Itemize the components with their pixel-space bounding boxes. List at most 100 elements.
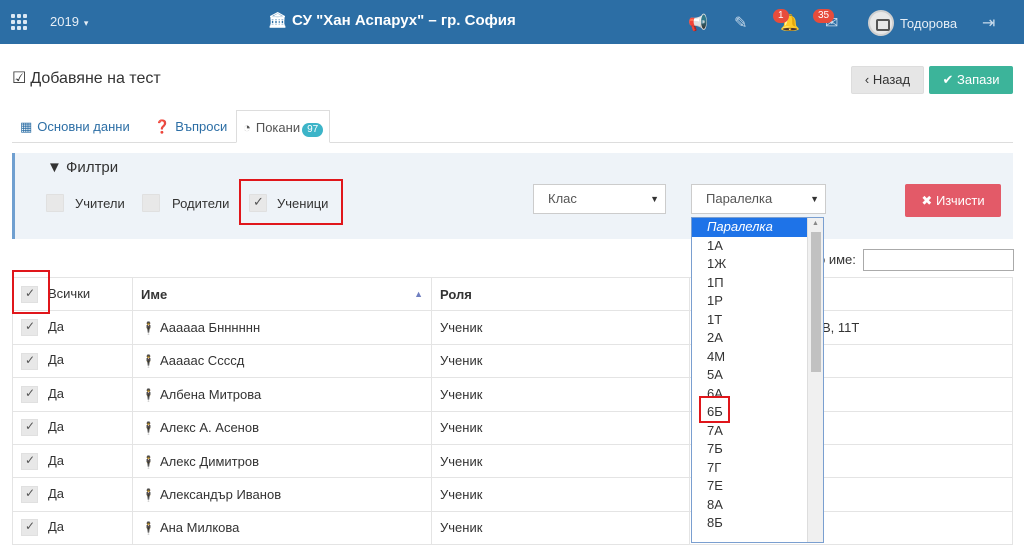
name-cell: 🕴 Ааааас Ссссд [132, 343, 432, 379]
dropdown-option[interactable]: 1Т [692, 311, 808, 330]
column-header-role[interactable]: Роля [431, 276, 690, 312]
tab-questions[interactable]: ❓ Въпроси [154, 110, 227, 143]
check-icon: ✔ [942, 72, 954, 87]
sort-ascending-icon: ▲ [414, 288, 423, 299]
role-cell: Ученик [431, 343, 690, 379]
name-cell: 🕴 Алекс Димитров [132, 443, 432, 479]
select-all-highlight [12, 270, 50, 314]
table-row: Да 🕴Алекс Димитров Ученик [12, 443, 1013, 479]
username[interactable]: Тодорова [900, 16, 957, 31]
tab-bar: ▦ Основни данни ❓ Въпроси ◔ Покани 97 [12, 110, 1013, 143]
person-icon: 🕴 [141, 354, 156, 369]
person-icon: 🕴 [141, 521, 156, 536]
recipients-table: Всички Име▲ Роля Да 🕴Аааааа Бнннннн Учен… [12, 276, 1013, 545]
person-icon: 🕴 [141, 387, 156, 402]
students-highlight [239, 179, 343, 225]
dropdown-option[interactable]: 7А [692, 422, 808, 441]
dropdown-option[interactable]: 4М [692, 348, 808, 367]
teachers-checkbox[interactable] [46, 194, 64, 212]
dropdown-option[interactable]: 1Ж [692, 255, 808, 274]
role-cell: Ученик [431, 377, 690, 412]
dropdown-option[interactable]: Паралелка [692, 218, 808, 237]
role-cell: Ученик [431, 443, 690, 479]
dropdown-option[interactable]: 8А [692, 496, 808, 515]
option-highlight [699, 396, 730, 423]
tab-invitations[interactable]: ◔ Покани 97 [236, 110, 331, 143]
teachers-label: Учители [75, 196, 125, 211]
section-dropdown-list[interactable]: Паралелка 1А 1Ж 1П 1Р 1Т 2А 4М 5А 6А 6Б … [691, 217, 824, 543]
filter-icon: ▼ [47, 159, 62, 176]
table-row: Да 🕴Алекс А. Асенов Ученик [12, 410, 1013, 445]
avatar[interactable] [868, 10, 894, 36]
person-icon: 🕴 [141, 488, 156, 503]
person-icon: 🕴 [141, 421, 156, 436]
filters-panel: ▼ Филтри Учители Родители Ученици Клас▼ … [12, 153, 1013, 239]
row-checkbox[interactable] [21, 319, 38, 337]
top-navbar: 2019 ▾ 🏛 СУ "Хан Аспарух" – гр. София 📢 ✎ … [0, 0, 1024, 44]
chevron-left-icon: ‹ [864, 72, 870, 87]
dropdown-scrollbar[interactable]: ▲ [807, 218, 823, 542]
name-cell: 🕴 Аааааа Бнннннн [132, 310, 432, 345]
grid-icon: ▦ [20, 119, 33, 134]
column-header-name[interactable]: Име ▲ [132, 276, 432, 312]
role-cell: Ученик [431, 477, 690, 512]
chevron-down-icon: ▼ [810, 194, 819, 204]
role-cell: Ученик [431, 310, 690, 345]
back-button[interactable]: ‹ Назад [851, 66, 924, 94]
row-checkbox[interactable] [21, 419, 38, 437]
apps-grid-icon[interactable] [11, 14, 27, 30]
dropdown-option[interactable]: 2А [692, 329, 808, 348]
scrollbar-thumb[interactable] [811, 232, 821, 372]
person-icon: 🕴 [141, 454, 156, 469]
parents-checkbox[interactable] [142, 194, 160, 212]
table-row: Да 🕴Александър Иванов Ученик [12, 477, 1013, 512]
edit-icon[interactable]: ✎ [734, 13, 747, 33]
dropdown-option[interactable]: 1А [692, 237, 808, 256]
person-icon: 🕴 [141, 321, 156, 336]
role-cell: Ученик [431, 410, 690, 445]
megaphone-icon[interactable]: 📢 [688, 13, 708, 33]
name-cell: 🕴 Александър Иванов [132, 477, 432, 512]
dropdown-option[interactable]: 5А [692, 366, 808, 385]
logout-icon[interactable]: ⇥ [982, 13, 995, 33]
section-select[interactable]: Паралелка ▼ [691, 184, 826, 214]
dropdown-option[interactable]: 7Б [692, 440, 808, 459]
row-checkbox[interactable] [21, 519, 38, 537]
save-button[interactable]: ✔ Запази [929, 66, 1013, 94]
name-cell: 🕴 Ана Милкова [132, 510, 432, 545]
selected-cell: Да [12, 410, 133, 445]
tab-basic-data[interactable]: ▦ Основни данни [20, 110, 130, 143]
table-row: Да 🕴Аааааа Бнннннн Ученик В, 11Т [12, 310, 1013, 345]
dropdown-option[interactable]: 1П [692, 274, 808, 293]
selected-cell: Да [12, 343, 133, 379]
filters-title: ▼ Филтри [47, 159, 119, 176]
chevron-down-icon: ▼ [650, 194, 659, 204]
dropdown-option[interactable]: 8Б [692, 514, 808, 533]
dropdown-option[interactable]: 7Е [692, 477, 808, 496]
table-row: Да 🕴Ааааас Ссссд Ученик [12, 343, 1013, 379]
row-checkbox[interactable] [21, 452, 38, 470]
rss-icon: ◔ [243, 120, 251, 135]
school-title: 🏛 СУ "Хан Аспарух" – гр. София [268, 12, 516, 29]
selected-cell: Да [12, 310, 133, 345]
class-select[interactable]: Клас ▼ [533, 184, 666, 214]
message-count-badge: 35 [813, 9, 835, 23]
row-checkbox[interactable] [21, 486, 38, 504]
check-square-icon: ☑ [12, 70, 27, 87]
selected-cell: Да [12, 377, 133, 412]
close-icon: ✖ [921, 193, 933, 208]
clear-button[interactable]: ✖ Изчисти [905, 184, 1001, 217]
scroll-up-icon[interactable]: ▲ [812, 220, 819, 227]
search-input[interactable] [863, 249, 1014, 271]
row-checkbox[interactable] [21, 385, 38, 403]
table-row: Да 🕴Албена Митрова Ученик [12, 377, 1013, 412]
name-cell: 🕴 Алекс А. Асенов [132, 410, 432, 445]
dropdown-option[interactable]: 7Г [692, 459, 808, 478]
dropdown-option[interactable]: 1Р [692, 292, 808, 311]
institution-icon: 🏛 [268, 12, 288, 29]
page-title: ☑ Добавяне на тест [12, 70, 161, 87]
selected-cell: Да [12, 510, 133, 545]
year-selector[interactable]: 2019 ▾ [50, 14, 88, 29]
invitations-count-badge: 97 [302, 123, 324, 137]
row-checkbox[interactable] [21, 352, 38, 370]
